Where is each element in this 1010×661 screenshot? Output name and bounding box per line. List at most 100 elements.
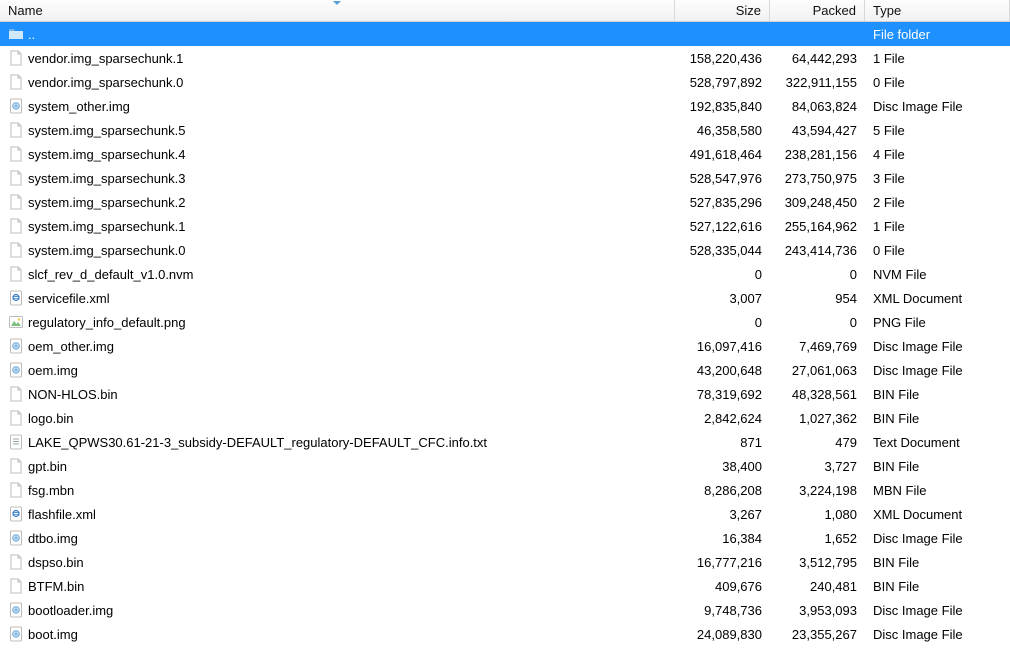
file-listing: Name Size Packed Type ..File foldervendo… [0,0,1010,646]
file-name: logo.bin [28,411,74,426]
xml-icon [8,290,24,306]
cell-type: 5 File [865,123,1010,138]
cell-name: flashfile.xml [0,506,675,522]
table-row[interactable]: LAKE_QPWS30.61-21-3_subsidy-DEFAULT_regu… [0,430,1010,454]
file-icon [8,554,24,570]
table-row[interactable]: system.img_sparsechunk.546,358,58043,594… [0,118,1010,142]
table-row[interactable]: servicefile.xml3,007954XML Document [0,286,1010,310]
cell-packed: 240,481 [770,579,865,594]
file-name: dspso.bin [28,555,84,570]
file-icon [8,122,24,138]
cell-packed: 0 [770,267,865,282]
table-row[interactable]: slcf_rev_d_default_v1.0.nvm00NVM File [0,262,1010,286]
cell-packed: 479 [770,435,865,450]
cell-packed: 1,027,362 [770,411,865,426]
cell-name: vendor.img_sparsechunk.1 [0,50,675,66]
cell-type: Disc Image File [865,531,1010,546]
cell-size: 528,335,044 [675,243,770,258]
disc-icon [8,98,24,114]
file-name: BTFM.bin [28,579,84,594]
file-name: bootloader.img [28,603,113,618]
column-header-type[interactable]: Type [865,0,1010,21]
table-row[interactable]: ..File folder [0,22,1010,46]
table-row[interactable]: gpt.bin38,4003,727BIN File [0,454,1010,478]
table-row[interactable]: system.img_sparsechunk.4491,618,464238,2… [0,142,1010,166]
disc-icon [8,362,24,378]
column-label: Packed [813,3,856,18]
table-row[interactable]: bootloader.img9,748,7363,953,093Disc Ima… [0,598,1010,622]
column-header-name[interactable]: Name [0,0,675,21]
cell-size: 2,842,624 [675,411,770,426]
image-icon [8,314,24,330]
table-row[interactable]: oem.img43,200,64827,061,063Disc Image Fi… [0,358,1010,382]
cell-size: 3,267 [675,507,770,522]
table-row[interactable]: boot.img24,089,83023,355,267Disc Image F… [0,622,1010,646]
cell-size: 528,547,976 [675,171,770,186]
cell-name: gpt.bin [0,458,675,474]
file-name: gpt.bin [28,459,67,474]
cell-name: system.img_sparsechunk.4 [0,146,675,162]
cell-name: bootloader.img [0,602,675,618]
cell-packed: 3,727 [770,459,865,474]
table-row[interactable]: system.img_sparsechunk.0528,335,044243,4… [0,238,1010,262]
cell-size: 871 [675,435,770,450]
cell-size: 16,097,416 [675,339,770,354]
cell-type: Disc Image File [865,339,1010,354]
cell-packed: 7,469,769 [770,339,865,354]
file-name: .. [28,27,35,42]
cell-size: 527,122,616 [675,219,770,234]
xml-icon [8,506,24,522]
cell-type: Disc Image File [865,363,1010,378]
table-row[interactable]: flashfile.xml3,2671,080XML Document [0,502,1010,526]
cell-type: Disc Image File [865,99,1010,114]
rows-container: ..File foldervendor.img_sparsechunk.1158… [0,22,1010,646]
cell-type: Disc Image File [865,627,1010,642]
table-row[interactable]: system_other.img192,835,84084,063,824Dis… [0,94,1010,118]
cell-name: oem_other.img [0,338,675,354]
cell-size: 158,220,436 [675,51,770,66]
column-header-row: Name Size Packed Type [0,0,1010,22]
table-row[interactable]: oem_other.img16,097,4167,469,769Disc Ima… [0,334,1010,358]
file-name: NON-HLOS.bin [28,387,118,402]
table-row[interactable]: system.img_sparsechunk.1527,122,616255,1… [0,214,1010,238]
table-row[interactable]: vendor.img_sparsechunk.1158,220,43664,44… [0,46,1010,70]
cell-name: oem.img [0,362,675,378]
cell-size: 527,835,296 [675,195,770,210]
file-icon [8,146,24,162]
file-name: system.img_sparsechunk.3 [28,171,186,186]
cell-name: NON-HLOS.bin [0,386,675,402]
table-row[interactable]: BTFM.bin409,676240,481BIN File [0,574,1010,598]
file-name: regulatory_info_default.png [28,315,186,330]
cell-name: system.img_sparsechunk.3 [0,170,675,186]
cell-type: BIN File [865,387,1010,402]
file-name: system.img_sparsechunk.1 [28,219,186,234]
file-icon [8,266,24,282]
column-label: Name [8,3,43,18]
table-row[interactable]: fsg.mbn8,286,2083,224,198MBN File [0,478,1010,502]
table-row[interactable]: dspso.bin16,777,2163,512,795BIN File [0,550,1010,574]
cell-packed: 3,224,198 [770,483,865,498]
table-row[interactable]: system.img_sparsechunk.3528,547,976273,7… [0,166,1010,190]
cell-size: 9,748,736 [675,603,770,618]
cell-packed: 309,248,450 [770,195,865,210]
cell-packed: 3,953,093 [770,603,865,618]
cell-packed: 48,328,561 [770,387,865,402]
table-row[interactable]: system.img_sparsechunk.2 527,835,296309,2… [0,190,1010,214]
cell-packed: 0 [770,315,865,330]
column-label: Size [736,3,761,18]
table-row[interactable]: dtbo.img16,3841,652Disc Image File [0,526,1010,550]
column-header-packed[interactable]: Packed [770,0,865,21]
table-row[interactable]: regulatory_info_default.png00PNG File [0,310,1010,334]
file-name: system.img_sparsechunk.2 [28,195,186,210]
column-header-size[interactable]: Size [675,0,770,21]
cell-size: 16,777,216 [675,555,770,570]
cell-size: 78,319,692 [675,387,770,402]
cell-name: .. [0,26,675,42]
table-row[interactable]: logo.bin2,842,6241,027,362BIN File [0,406,1010,430]
table-row[interactable]: vendor.img_sparsechunk.0528,797,892322,9… [0,70,1010,94]
cell-packed: 23,355,267 [770,627,865,642]
cell-size: 528,797,892 [675,75,770,90]
cell-name: logo.bin [0,410,675,426]
file-name: dtbo.img [28,531,78,546]
table-row[interactable]: NON-HLOS.bin 78,319,69248,328,561BIN File [0,382,1010,406]
